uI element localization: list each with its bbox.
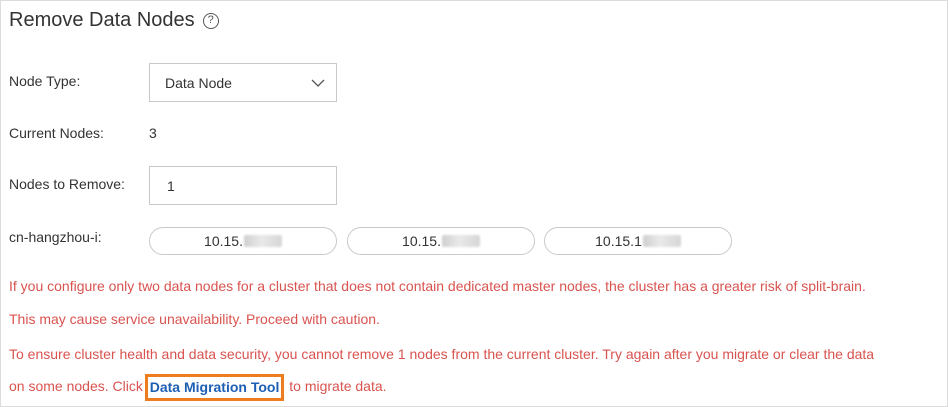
redacted-ip-mask bbox=[243, 235, 282, 247]
nodes-to-remove-label: Nodes to Remove: bbox=[9, 176, 125, 192]
node-ip-button[interactable]: 10.15.1 bbox=[544, 227, 732, 255]
page-title: Remove Data Nodes ? bbox=[9, 9, 219, 32]
current-nodes-value: 3 bbox=[149, 125, 157, 141]
node-type-selected-value: Data Node bbox=[165, 74, 232, 91]
zone-label: cn-hangzhou-i: bbox=[9, 229, 102, 245]
current-nodes-label: Current Nodes: bbox=[9, 125, 104, 141]
nodes-to-remove-input[interactable]: 1 bbox=[149, 166, 337, 205]
redacted-ip-mask bbox=[441, 235, 480, 247]
data-migration-tool-link[interactable]: Data Migration Tool bbox=[150, 379, 280, 395]
removal-error-line1: To ensure cluster health and data securi… bbox=[9, 346, 875, 362]
split-brain-warning-line1: If you configure only two data nodes for… bbox=[9, 278, 866, 294]
chevron-down-icon bbox=[311, 79, 325, 87]
node-type-label: Node Type: bbox=[9, 73, 81, 89]
node-ip-button[interactable]: 10.15. bbox=[149, 227, 337, 255]
node-type-select[interactable]: Data Node bbox=[149, 63, 337, 102]
highlight-box: Data Migration Tool bbox=[144, 374, 285, 401]
node-ip-text: 10.15.1 bbox=[595, 233, 642, 249]
split-brain-warning-line2: This may cause service unavailability. P… bbox=[9, 311, 380, 327]
nodes-to-remove-value: 1 bbox=[167, 177, 175, 194]
page-title-text: Remove Data Nodes bbox=[9, 9, 195, 31]
question-circle-icon[interactable]: ? bbox=[202, 12, 219, 29]
removal-error-prefix: on some nodes. Click bbox=[9, 378, 147, 394]
node-ip-button[interactable]: 10.15. bbox=[347, 227, 535, 255]
removal-error-suffix: to migrate data. bbox=[285, 378, 387, 394]
node-ip-text: 10.15. bbox=[204, 233, 243, 249]
redacted-ip-mask bbox=[642, 235, 681, 247]
removal-error-line2: on some nodes. Click Data Migration Tool… bbox=[9, 373, 387, 401]
node-ip-text: 10.15. bbox=[402, 233, 441, 249]
